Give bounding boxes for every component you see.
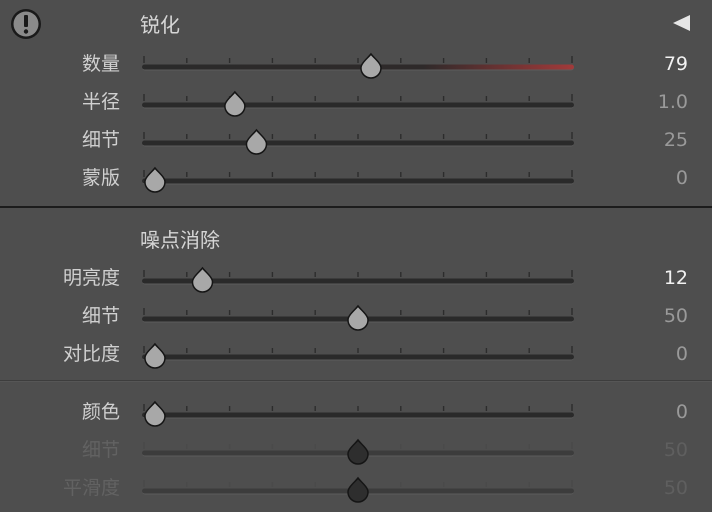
slider-thumb-color[interactable] — [144, 400, 166, 427]
slider-value-lum-contrast[interactable]: 0 — [676, 341, 688, 367]
slider-row-amount: 数量 79 — [0, 45, 712, 83]
slider-value-detail[interactable]: 25 — [664, 127, 688, 153]
slider-smoothness — [142, 476, 574, 503]
slider-thumb-smoothness — [347, 476, 369, 503]
noise-reduction-title: 噪点消除 — [140, 228, 220, 252]
slider-lum-contrast[interactable] — [138, 335, 578, 373]
section-divider — [0, 206, 712, 208]
slider-thumb-lum-detail[interactable] — [347, 304, 369, 331]
slider-thumb-masking[interactable] — [144, 166, 166, 193]
slider-lum-detail[interactable] — [138, 297, 578, 335]
slider-row-color: 颜色 0 — [0, 393, 712, 431]
subsection-divider-highlight — [0, 381, 712, 382]
slider-label-detail: 细节 — [81, 129, 120, 151]
slider-label-masking: 蒙版 — [81, 167, 120, 189]
slider-color-detail — [142, 438, 574, 465]
slider-radius[interactable] — [138, 83, 578, 121]
slider-luminance[interactable] — [138, 259, 578, 297]
slider-row-color-detail: 细节 50 — [0, 431, 712, 469]
slider-track — [142, 354, 574, 360]
slider-label-amount: 数量 — [81, 53, 120, 75]
slider-color[interactable] — [138, 393, 578, 431]
detail-panel: 锐化 数量 79 半径 1.0 细节 25 蒙版 0 噪点消除 明亮度 12 细节 50 对比度 0 颜… — [0, 0, 712, 512]
slider-value-smoothness[interactable]: 50 — [664, 475, 688, 501]
slider-value-lum-detail[interactable]: 50 — [664, 303, 688, 329]
slider-value-radius[interactable]: 1.0 — [658, 89, 688, 115]
slider-label-radius: 半径 — [81, 91, 120, 113]
slider-value-color[interactable]: 0 — [676, 399, 688, 425]
slider-track — [142, 140, 574, 146]
slider-amount[interactable] — [138, 45, 578, 83]
slider-track — [142, 178, 574, 184]
slider-row-lum-contrast: 对比度 0 — [0, 335, 712, 373]
slider-row-lum-detail: 细节 50 — [0, 297, 712, 335]
slider-detail[interactable] — [138, 121, 578, 159]
slider-label-color: 颜色 — [81, 401, 120, 423]
slider-value-color-detail[interactable]: 50 — [664, 437, 688, 463]
slider-track — [142, 412, 574, 418]
slider-masking[interactable] — [138, 159, 578, 197]
collapse-triangle-icon[interactable] — [670, 12, 692, 34]
slider-track — [142, 102, 574, 108]
slider-thumb-amount[interactable] — [360, 52, 382, 79]
slider-thumb-luminance[interactable] — [191, 266, 214, 293]
slider-label-lum-contrast: 对比度 — [62, 343, 120, 365]
slider-label-lum-detail: 细节 — [81, 305, 120, 327]
slider-value-masking[interactable]: 0 — [676, 165, 688, 191]
slider-row-luminance: 明亮度 12 — [0, 259, 712, 297]
slider-thumb-radius[interactable] — [224, 90, 246, 117]
sharpening-title: 锐化 — [140, 13, 180, 37]
slider-thumb-color-detail — [347, 438, 369, 465]
slider-thumb-lum-contrast[interactable] — [144, 342, 166, 369]
slider-row-smoothness: 平滑度 50 — [0, 469, 712, 507]
slider-value-amount[interactable]: 79 — [664, 51, 688, 77]
slider-label-luminance: 明亮度 — [62, 267, 120, 289]
slider-label-smoothness: 平滑度 — [62, 477, 120, 499]
slider-row-masking: 蒙版 0 — [0, 159, 712, 197]
slider-label-color-detail: 细节 — [81, 439, 120, 461]
slider-row-detail: 细节 25 — [0, 121, 712, 159]
slider-value-luminance[interactable]: 12 — [664, 265, 688, 291]
slider-row-radius: 半径 1.0 — [0, 83, 712, 121]
slider-track — [142, 64, 574, 70]
slider-thumb-detail[interactable] — [245, 128, 268, 155]
warning-icon[interactable] — [10, 8, 42, 40]
